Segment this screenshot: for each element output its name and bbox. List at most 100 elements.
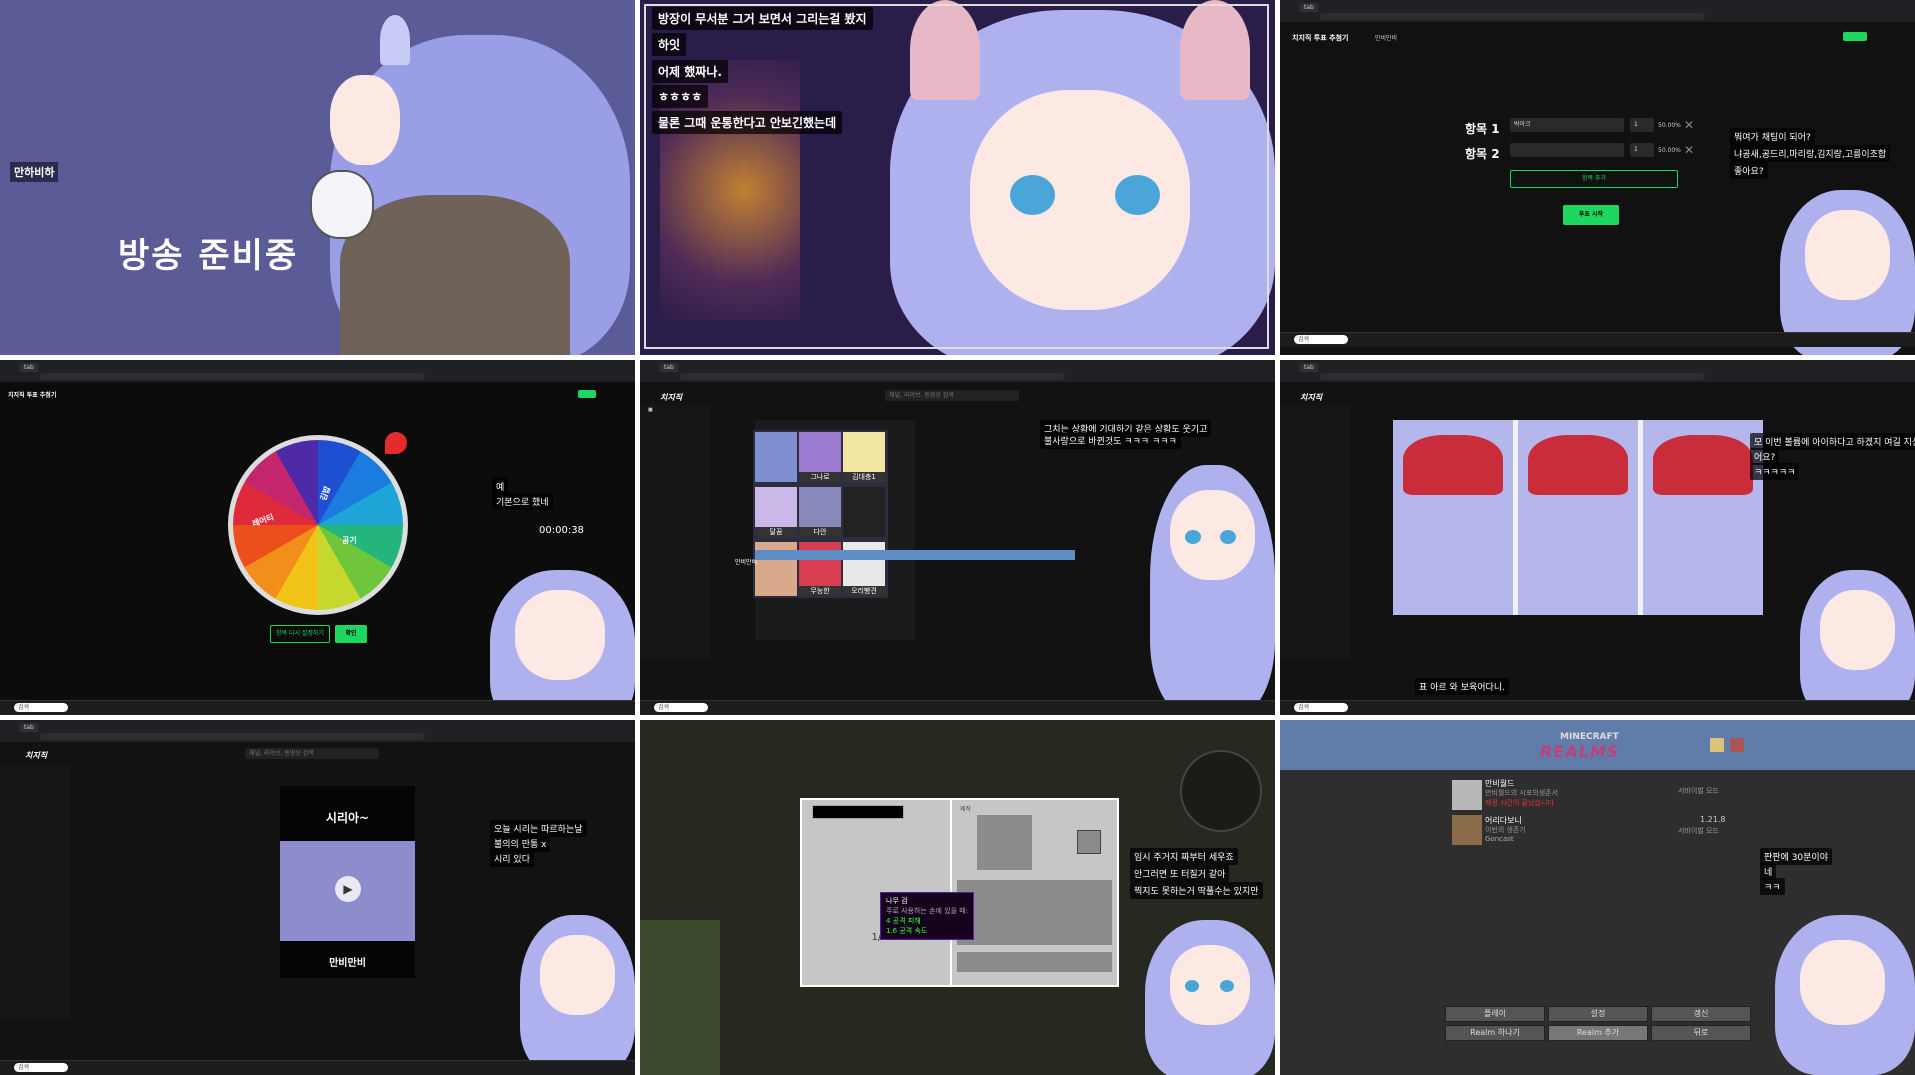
- browser-tab[interactable]: tab: [1300, 363, 1318, 372]
- tooltip-stat: 4 공격 피해: [886, 917, 921, 925]
- realm-thumb: [1452, 815, 1482, 845]
- item-2-label: 항목 2: [1465, 147, 1500, 161]
- browser-bar: tab: [0, 360, 635, 382]
- sidebar: [1280, 405, 1350, 660]
- chat-message: 뭐여가 채팅이 되어?: [1730, 128, 1815, 145]
- chat-message: 기본으로 했네: [492, 493, 553, 510]
- tooltip-stat: 1.6 공격 속도: [886, 927, 928, 935]
- character-avatar: [1150, 465, 1275, 715]
- chat-message: ㅋㅋ: [1760, 878, 1785, 895]
- toggle-button[interactable]: [578, 390, 596, 398]
- app-title: 치지직 투표 추첨기: [8, 392, 57, 399]
- address-bar[interactable]: [40, 733, 425, 740]
- character-avatar: [520, 905, 635, 1075]
- taskbar-search[interactable]: 검색: [14, 1063, 68, 1072]
- realm-mode: 서바이벌 모드: [1678, 827, 1719, 835]
- grid-label: 무능한: [799, 586, 841, 596]
- search-input[interactable]: 채널, 라이브, 동영상 검색: [885, 390, 1019, 401]
- play-button[interactable]: 플레이: [1445, 1006, 1545, 1022]
- reset-items-button[interactable]: 항목 다시 설정하기: [270, 625, 330, 643]
- address-bar[interactable]: [40, 373, 425, 380]
- taskbar-search[interactable]: 검색: [1294, 335, 1348, 344]
- address-bar[interactable]: [1320, 373, 1705, 380]
- grid-label: 김대충1: [843, 472, 885, 482]
- play-icon[interactable]: ▶: [335, 876, 361, 902]
- realm-thumb: [1452, 780, 1482, 810]
- video-area[interactable]: 시리아~ ▶ 만비만비: [280, 786, 415, 978]
- grid-label: 달꿈: [755, 527, 797, 537]
- crafting-slots[interactable]: [977, 815, 1032, 870]
- taskbar: 검색: [0, 1060, 635, 1075]
- item-1-input[interactable]: 박아크: [1510, 118, 1624, 132]
- item-2-input[interactable]: [1510, 143, 1624, 157]
- realms-logo-top: MINECRAFT: [1560, 732, 1619, 742]
- frame-border: [644, 4, 1269, 349]
- progress-bar[interactable]: [755, 550, 1075, 560]
- recipe-search-input[interactable]: [812, 805, 904, 819]
- address-bar[interactable]: [680, 373, 1065, 380]
- browser-tab[interactable]: tab: [660, 363, 678, 372]
- standby-title: 방송 준비중: [118, 236, 299, 276]
- craft-label: 제작: [960, 806, 972, 813]
- panel-chzzk-grid: tab 치지직 채널, 라이브, 동영상 검색 ■ 그나로 김대충1 달꿈 다안…: [640, 360, 1275, 715]
- panel-chzzk-triple: tab 치지직 모 이번 볼륨에 아이하다고 하겠지 여길 지신 어요? ㅋㅋㅋ…: [1280, 360, 1915, 715]
- chat-message: 안그러면 또 터질거 같아: [1130, 865, 1230, 882]
- chat-message: 좋아요?: [1730, 162, 1768, 179]
- chat-message: 찍지도 못하는거 딱풀수는 있지만: [1130, 882, 1263, 899]
- add-realm-button[interactable]: Realm 추가: [1548, 1025, 1648, 1041]
- app-title: 치지직 투표 추첨기: [1292, 34, 1349, 42]
- character-avatar: [1775, 905, 1915, 1075]
- browser-bar: tab: [640, 360, 1275, 382]
- streamer-label: 만하비하: [10, 162, 59, 182]
- new-realm-button[interactable]: Realm 하나기: [1445, 1025, 1545, 1041]
- toggle-button[interactable]: [1843, 32, 1867, 41]
- back-button[interactable]: 뒤로: [1651, 1025, 1751, 1041]
- item-2-count[interactable]: 1: [1630, 143, 1654, 157]
- video-area[interactable]: [1393, 420, 1763, 615]
- browser-bar: tab: [0, 720, 635, 742]
- item-2-percent: 50.00%: [1658, 147, 1681, 154]
- chat-message: 불사랑으로 바뀐것도 ㅋㅋㅋ ㅋㅋㅋ: [1040, 432, 1181, 449]
- panel-minecraft-inventory: 1/3 제작 나무 검 주로 사용하는 손에 있을 때: 4 공격 피해 1.6…: [640, 720, 1275, 1075]
- panel-minecraft-realms: MINECRAFT REALMS 만비월드 만비월드의 시포의생존서 재정 시간…: [1280, 720, 1915, 1075]
- crafting-grid: 제작: [950, 798, 1119, 987]
- close-icon[interactable]: ✕: [1684, 143, 1694, 157]
- taskbar-search[interactable]: 검색: [14, 703, 68, 712]
- sidebar: [0, 765, 70, 1020]
- channel-name: 만비만비: [329, 958, 366, 969]
- crafting-output[interactable]: [1077, 830, 1101, 854]
- user-name: 만비만비: [1375, 35, 1398, 42]
- video-caption: 표 아르 와 보육어다니.: [1415, 678, 1509, 695]
- item-1-percent: 50.00%: [1658, 122, 1681, 129]
- character-avatar: [1780, 170, 1915, 355]
- item-1-count[interactable]: 1: [1630, 118, 1654, 132]
- address-bar[interactable]: [1320, 13, 1705, 20]
- panel-standby: 만하비하 방송 준비중: [0, 0, 635, 355]
- inventory-slots[interactable]: [957, 880, 1112, 945]
- grid-label: 그나로: [799, 472, 841, 482]
- start-vote-button[interactable]: 투표 시작: [1563, 205, 1619, 225]
- site-logo[interactable]: 치지직: [660, 392, 682, 403]
- taskbar-search[interactable]: 검색: [654, 703, 708, 712]
- sidebar-item[interactable]: ■: [640, 405, 710, 415]
- confirm-button[interactable]: 확인: [335, 625, 367, 643]
- item-tooltip: 나무 검 주로 사용하는 손에 있을 때: 4 공격 피해 1.6 공격 속도: [880, 892, 975, 940]
- search-input[interactable]: 채널, 라이브, 동영상 검색: [245, 748, 379, 759]
- configure-button[interactable]: 설정: [1548, 1006, 1648, 1022]
- taskbar-search[interactable]: 검색: [1294, 703, 1348, 712]
- grid-label: 오리빵견: [843, 586, 885, 596]
- realm-warning: 재정 시간이 끝났습니다: [1485, 799, 1554, 807]
- browser-tab[interactable]: tab: [1300, 3, 1318, 12]
- site-logo[interactable]: 치지직: [1300, 392, 1322, 403]
- hotbar-slots[interactable]: [957, 952, 1112, 972]
- add-item-button[interactable]: 항목 추가: [1510, 170, 1678, 188]
- mail-icon[interactable]: [1710, 738, 1724, 752]
- site-logo[interactable]: 치지직: [25, 750, 47, 761]
- news-icon[interactable]: [1730, 738, 1744, 752]
- panel-chzzk-video: tab 치지직 채널, 라이브, 동영상 검색 시리아~ ▶ 만비만비 오늘 시…: [0, 720, 635, 1075]
- close-icon[interactable]: ✕: [1684, 118, 1694, 132]
- character-avatar: [1800, 560, 1915, 715]
- browser-tab[interactable]: tab: [20, 363, 38, 372]
- browser-tab[interactable]: tab: [20, 723, 38, 732]
- refresh-button[interactable]: 갱신: [1651, 1006, 1751, 1022]
